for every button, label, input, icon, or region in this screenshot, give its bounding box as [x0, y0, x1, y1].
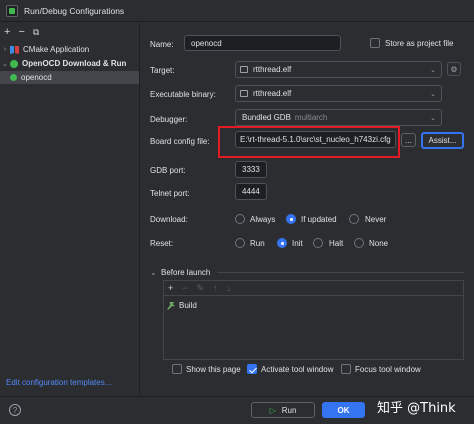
- config-form: Name: openocd Store as project file Targ…: [141, 23, 474, 395]
- browse-button[interactable]: ...: [401, 133, 416, 147]
- openocd-icon: [10, 59, 18, 68]
- sidebar-item-openocd-group[interactable]: ⌄ OpenOCD Download & Run: [0, 57, 126, 70]
- remove-task-icon[interactable]: −: [182, 283, 187, 293]
- openocd-config-icon: [10, 74, 17, 81]
- help-icon[interactable]: ?: [9, 404, 21, 416]
- board-config-label: Board config file:: [150, 137, 210, 146]
- exec-label: Executable binary:: [150, 90, 216, 99]
- section-divider: [217, 272, 464, 273]
- run-button[interactable]: ▷ Run: [251, 402, 315, 418]
- telnet-port-field[interactable]: 4444: [235, 183, 267, 200]
- collapse-arrow-icon[interactable]: ⌄: [0, 60, 10, 68]
- download-never-label: Never: [365, 215, 387, 224]
- cmake-icon: [10, 45, 19, 54]
- add-task-icon[interactable]: +: [168, 283, 173, 293]
- move-up-icon[interactable]: ↑: [213, 283, 218, 293]
- window-title: Run/Debug Configurations: [24, 5, 125, 16]
- remove-config-icon[interactable]: −: [18, 26, 24, 38]
- reset-init-radio[interactable]: [277, 238, 287, 248]
- show-page-label: Show this page: [186, 365, 241, 374]
- telnet-port-label: Telnet port:: [150, 189, 190, 198]
- reset-run-label: Run: [250, 239, 265, 248]
- play-icon: ▷: [269, 405, 276, 415]
- target-select[interactable]: rtthread.elf ⌄: [235, 61, 442, 78]
- config-sidebar: + − ⧉ › CMake Application ⌄ OpenOCD Down…: [0, 23, 140, 395]
- assist-button[interactable]: Assist...: [421, 132, 464, 149]
- gdb-port-field[interactable]: 3333: [235, 161, 267, 178]
- focus-tool-checkbox[interactable]: [341, 364, 351, 374]
- executable-select[interactable]: rtthread.elf ⌄: [235, 85, 442, 102]
- target-label: Target:: [150, 66, 175, 75]
- sidebar-item-label: openocd: [21, 73, 52, 82]
- chevron-down-icon: ⌄: [430, 90, 436, 98]
- chevron-down-icon: ⌄: [430, 66, 436, 74]
- download-always-label: Always: [250, 215, 276, 224]
- edit-task-icon[interactable]: ✎: [197, 283, 205, 294]
- target-value: rtthread.elf: [253, 65, 292, 74]
- name-field[interactable]: openocd: [184, 35, 341, 51]
- reset-run-radio[interactable]: [235, 238, 245, 248]
- reset-halt-label: Halt: [329, 239, 344, 248]
- reset-none-label: None: [369, 239, 389, 248]
- sidebar-item-cmake[interactable]: › CMake Application: [0, 43, 89, 56]
- add-config-icon[interactable]: +: [4, 26, 10, 38]
- copy-config-icon[interactable]: ⧉: [33, 27, 39, 38]
- before-launch-title: Before launch: [161, 268, 211, 277]
- sidebar-item-openocd[interactable]: openocd: [0, 71, 139, 84]
- expand-arrow-icon[interactable]: ›: [0, 46, 10, 53]
- before-launch-list: + − ✎ ↑ ↓ Build: [163, 280, 464, 360]
- debugger-hint: multiarch: [294, 113, 328, 122]
- reset-init-label: Init: [292, 239, 303, 248]
- target-icon: [240, 66, 248, 73]
- watermark: 知乎 @Think: [377, 401, 456, 416]
- chevron-down-icon: ⌄: [430, 114, 436, 122]
- sidebar-item-label: CMake Application: [23, 45, 90, 54]
- board-config-field[interactable]: E:\rt-thread-5.1.0\src\st_nucleo_h743zi.…: [235, 131, 396, 148]
- target-settings-gear-icon[interactable]: ⚙: [447, 62, 461, 76]
- download-if-updated-radio[interactable]: [286, 214, 296, 224]
- gdb-port-label: GDB port:: [150, 166, 186, 175]
- debugger-value: Bundled GDB: [242, 113, 291, 122]
- before-launch-toolbar: + − ✎ ↑ ↓: [164, 281, 463, 296]
- show-page-checkbox[interactable]: [172, 364, 182, 374]
- title-bar: Run/Debug Configurations: [0, 0, 474, 22]
- download-if-updated-label: If updated: [301, 215, 337, 224]
- store-project-label: Store as project file: [385, 39, 454, 48]
- move-down-icon[interactable]: ↓: [227, 283, 232, 293]
- download-never-radio[interactable]: [349, 214, 359, 224]
- executable-icon: [240, 90, 248, 97]
- list-item[interactable]: Build: [167, 301, 197, 310]
- reset-none-radio[interactable]: [354, 238, 364, 248]
- download-always-radio[interactable]: [235, 214, 245, 224]
- build-task-label: Build: [179, 301, 197, 310]
- activate-tool-checkbox[interactable]: [247, 364, 257, 374]
- app-icon: [6, 4, 18, 17]
- reset-label: Reset:: [150, 239, 174, 248]
- edit-templates-link[interactable]: Edit configuration templates...: [6, 378, 111, 387]
- reset-halt-radio[interactable]: [313, 238, 323, 248]
- executable-value: rtthread.elf: [253, 89, 292, 98]
- store-project-checkbox[interactable]: [370, 38, 380, 48]
- before-launch-chevron-icon[interactable]: ⌄: [150, 268, 157, 277]
- debugger-label: Debugger:: [150, 115, 188, 124]
- download-label: Download:: [150, 215, 188, 224]
- debugger-select[interactable]: Bundled GDB multiarch ⌄: [235, 109, 442, 126]
- run-button-label: Run: [281, 405, 297, 415]
- name-label: Name:: [150, 40, 174, 49]
- activate-tool-label: Activate tool window: [261, 365, 334, 374]
- hammer-icon: [167, 301, 175, 310]
- sidebar-toolbar: + − ⧉: [0, 23, 139, 41]
- focus-tool-label: Focus tool window: [355, 365, 421, 374]
- sidebar-item-label: OpenOCD Download & Run: [22, 59, 127, 68]
- ok-button[interactable]: OK: [322, 402, 365, 418]
